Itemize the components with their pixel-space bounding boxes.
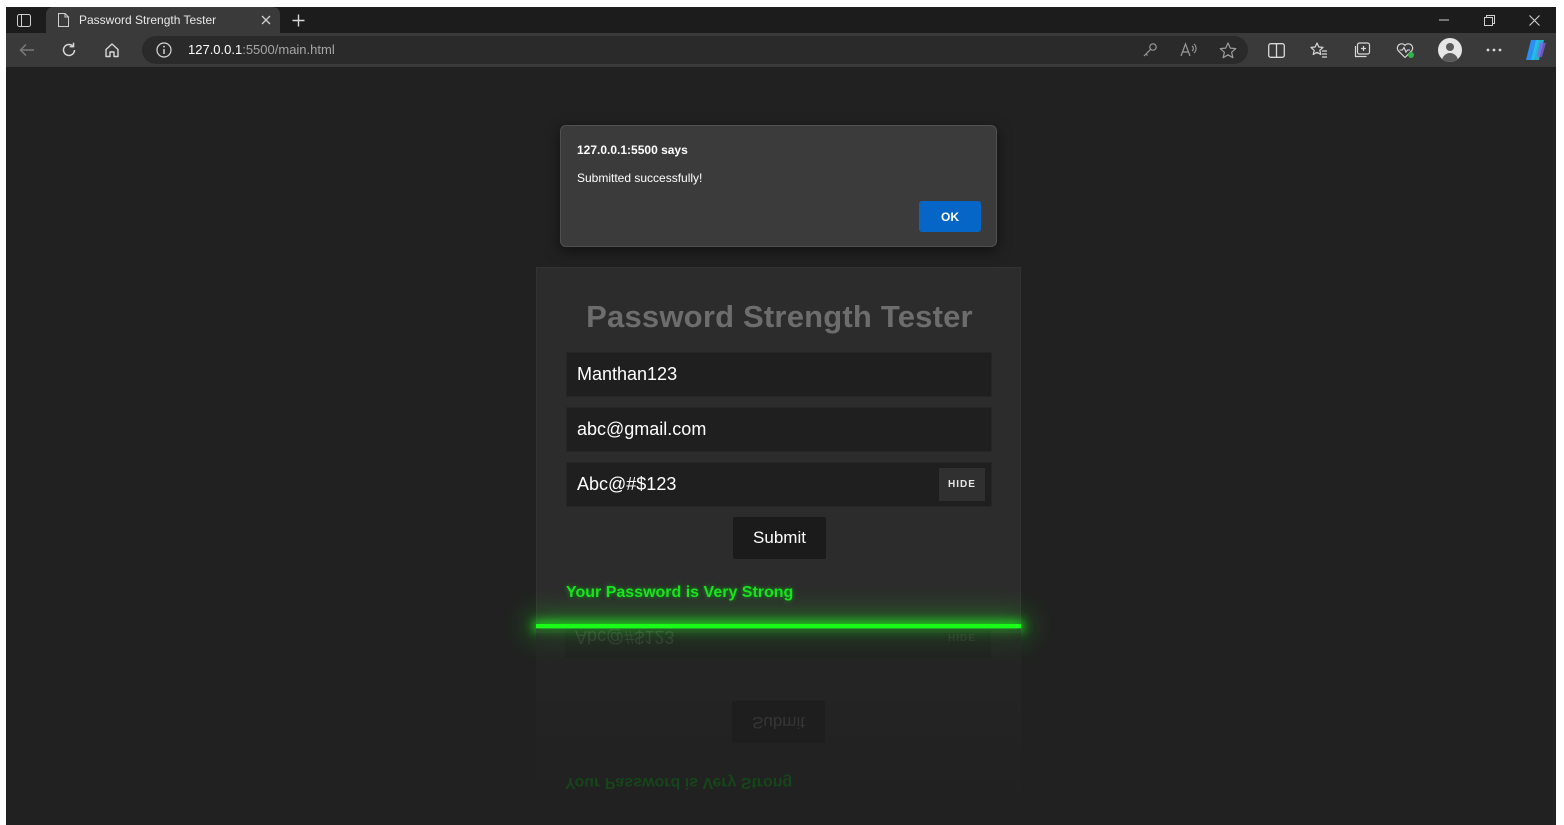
favorite-star-icon[interactable] bbox=[1217, 40, 1239, 60]
close-icon bbox=[1528, 14, 1540, 26]
minimize-icon bbox=[1439, 19, 1449, 21]
username-value: Manthan123 bbox=[577, 364, 678, 384]
alert-dialog: 127.0.0.1:5500 says Submitted successful… bbox=[560, 125, 997, 247]
reflection-submit: Submit bbox=[732, 701, 825, 743]
tab-actions-icon bbox=[17, 13, 31, 27]
tab-title: Password Strength Tester bbox=[79, 13, 217, 27]
password-value: Abc@#$123 bbox=[577, 474, 677, 494]
page-icon bbox=[58, 13, 69, 27]
key-icon[interactable] bbox=[1139, 40, 1161, 60]
avatar-head bbox=[1446, 43, 1454, 51]
restore-icon bbox=[1483, 14, 1495, 26]
collections-icon bbox=[1354, 41, 1371, 57]
more-button[interactable] bbox=[1480, 37, 1508, 63]
copilot-button[interactable] bbox=[1522, 38, 1548, 62]
tab-actions-button[interactable] bbox=[12, 9, 36, 31]
plus-icon bbox=[292, 14, 304, 26]
password-input[interactable]: Abc@#$123 HIDE bbox=[566, 462, 992, 507]
new-tab-button[interactable] bbox=[287, 9, 309, 31]
reflection-password-field: Abc@#$123 HIDE bbox=[565, 629, 991, 658]
hide-password-button[interactable]: HIDE bbox=[939, 468, 985, 501]
url-text[interactable]: 127.0.0.1:5500/main.html bbox=[188, 42, 335, 57]
password-tester-card: Password Strength Tester Manthan123 abc@… bbox=[536, 267, 1021, 633]
username-input[interactable]: Manthan123 bbox=[566, 352, 992, 397]
refresh-button[interactable] bbox=[55, 37, 83, 63]
minimize-button[interactable] bbox=[1422, 7, 1466, 33]
email-value: abc@gmail.com bbox=[577, 419, 707, 439]
avatar-body bbox=[1442, 53, 1458, 62]
reflection-strength-message: Your Password is Very Strong bbox=[565, 774, 793, 791]
card-reflection: Your Password is Very Strong Submit Abc@… bbox=[536, 629, 1021, 809]
reflection-password-value: Abc@#$123 bbox=[575, 629, 675, 647]
home-button[interactable] bbox=[98, 37, 126, 63]
reflection-hide-label: HIDE bbox=[948, 631, 976, 642]
strength-indicator-bar bbox=[536, 624, 1021, 628]
tab-strip: Password Strength Tester bbox=[6, 7, 1556, 33]
more-icon bbox=[1486, 48, 1502, 52]
browser-window: Password Strength Tester 127.0.0.1:5500/… bbox=[6, 7, 1556, 825]
web-page: Password Strength Tester Manthan123 abc@… bbox=[6, 67, 1556, 825]
email-input[interactable]: abc@gmail.com bbox=[566, 407, 992, 452]
url-host: 127.0.0.1 bbox=[188, 42, 243, 57]
refresh-icon bbox=[62, 42, 76, 57]
reflection-content: Your Password is Very Strong Submit Abc@… bbox=[536, 629, 1021, 809]
dialog-title: 127.0.0.1:5500 says bbox=[577, 143, 688, 157]
split-screen-button[interactable] bbox=[1262, 37, 1290, 63]
home-icon bbox=[105, 43, 119, 58]
submit-button[interactable]: Submit bbox=[733, 517, 826, 559]
browser-essentials-icon bbox=[1396, 42, 1414, 58]
favorites-button[interactable] bbox=[1305, 37, 1333, 63]
tab-close-button[interactable] bbox=[256, 10, 276, 30]
back-icon bbox=[19, 43, 34, 57]
tab-password-strength-tester[interactable]: Password Strength Tester bbox=[46, 7, 280, 33]
address-bar[interactable]: 127.0.0.1:5500/main.html bbox=[142, 36, 1248, 64]
back-button[interactable] bbox=[13, 37, 41, 63]
split-screen-icon bbox=[1267, 42, 1285, 58]
url-path: :5500/main.html bbox=[242, 42, 335, 57]
dialog-ok-button[interactable]: OK bbox=[919, 201, 981, 232]
restore-button[interactable] bbox=[1467, 7, 1511, 33]
browser-essentials-button[interactable] bbox=[1391, 37, 1419, 63]
close-window-button[interactable] bbox=[1512, 7, 1556, 33]
collections-button[interactable] bbox=[1348, 37, 1376, 63]
info-icon[interactable] bbox=[154, 40, 174, 60]
page-title: Password Strength Tester bbox=[586, 299, 973, 334]
browser-toolbar: 127.0.0.1:5500/main.html bbox=[6, 33, 1556, 67]
profile-avatar[interactable] bbox=[1438, 38, 1462, 62]
read-aloud-icon[interactable] bbox=[1178, 40, 1200, 60]
copilot-icon bbox=[1526, 40, 1546, 60]
favorites-icon bbox=[1310, 42, 1327, 58]
strength-message: Your Password is Very Strong bbox=[566, 584, 794, 601]
close-icon bbox=[261, 15, 271, 25]
dialog-message: Submitted successfully! bbox=[577, 171, 703, 185]
